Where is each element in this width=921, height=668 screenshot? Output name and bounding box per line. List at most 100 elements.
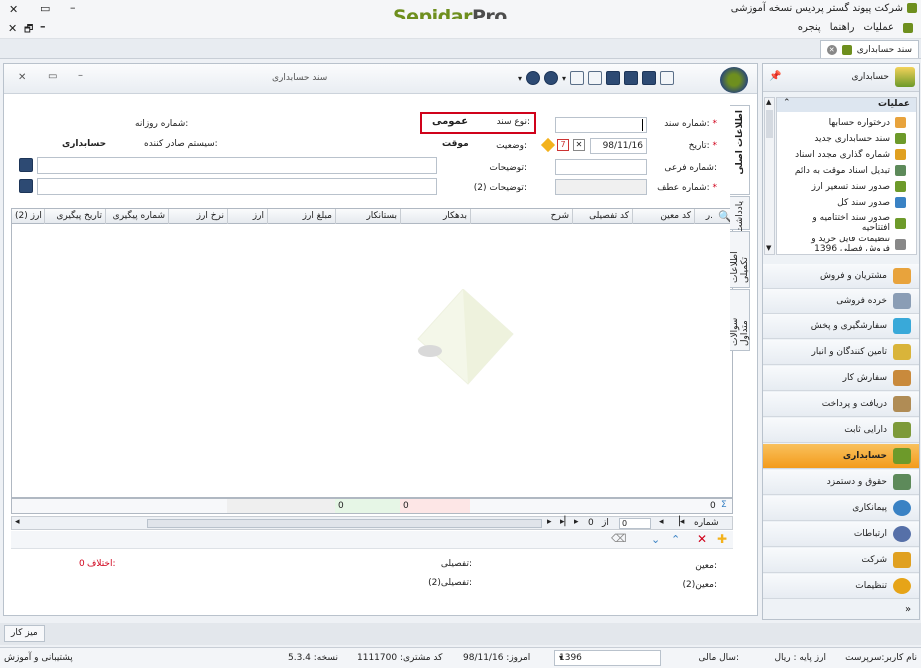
scroll-up-icon[interactable]: ▲ xyxy=(766,98,771,106)
diamond-icon[interactable] xyxy=(540,137,556,153)
print-icon[interactable] xyxy=(570,71,585,85)
module-contracting[interactable]: پیمانکاری xyxy=(763,496,919,521)
description-input[interactable] xyxy=(37,157,437,174)
module-work-order[interactable]: سفارش کار xyxy=(763,366,919,391)
module-fixed-assets[interactable]: دارایی ثابت xyxy=(763,418,919,443)
nav-last-icon[interactable]: ▸▏ xyxy=(560,517,571,527)
module-company[interactable]: شرکت xyxy=(763,548,919,573)
module-retail[interactable]: خرده فروشی xyxy=(763,289,919,314)
support-link[interactable]: پشتیبانی و آموزش xyxy=(4,653,73,663)
horizontal-scrollbar[interactable] xyxy=(147,519,542,528)
module-ordering-distribution[interactable]: سفارشگیری و پخش xyxy=(763,314,919,339)
mdi-minimize-icon[interactable]: – xyxy=(40,20,46,33)
copy-icon[interactable] xyxy=(588,71,603,85)
module-accounting[interactable]: حسابداری xyxy=(763,444,919,469)
expand-more-icon[interactable]: » xyxy=(905,604,911,615)
desktop-button[interactable]: میز کار xyxy=(4,625,45,642)
nav-first-icon[interactable]: ▕◂ xyxy=(673,517,684,527)
menu-help[interactable]: راهنما xyxy=(830,22,855,33)
col-moein-code[interactable]: کد معین xyxy=(632,209,694,224)
module-receive-pay[interactable]: دریافت و پرداخت xyxy=(763,392,919,417)
operations-scrollbar[interactable]: ▲ ▼ xyxy=(764,97,775,255)
col-credit[interactable]: بستانکار xyxy=(335,209,400,224)
chevron-down-icon[interactable]: ▾ xyxy=(559,653,563,662)
scroll-left-icon[interactable]: ◂ xyxy=(15,517,20,527)
restore-icon[interactable]: ▭ xyxy=(40,2,50,15)
col-description[interactable]: شرح xyxy=(470,209,572,224)
save-as-icon[interactable] xyxy=(606,71,621,85)
vtab-faq[interactable]: سوالات متداول xyxy=(730,289,750,351)
tab-close-icon[interactable]: ✕ xyxy=(826,44,837,55)
scroll-right-icon[interactable]: ▸ xyxy=(547,517,552,527)
col-currency[interactable]: ارز xyxy=(227,209,267,224)
tab-accounting-doc[interactable]: سند حسابداری ✕ xyxy=(819,40,919,58)
op-purchase-sale-file[interactable]: تنظیمات فایل خرید و فروش فصلی 1396 xyxy=(796,237,906,251)
col-tracking-number[interactable]: شماره پیگیری xyxy=(105,209,168,224)
col-debit[interactable]: بدهکار xyxy=(400,209,470,224)
module-customers-sales[interactable]: مشتریان و فروش xyxy=(763,264,919,289)
operations-header: عملیات ⌃ xyxy=(777,98,916,112)
vtab-notes[interactable]: یادداشت xyxy=(730,196,750,233)
scroll-thumb[interactable] xyxy=(766,110,773,138)
collapse-icon[interactable]: ⌃ xyxy=(783,98,791,108)
col-currency-rate[interactable]: نرخ ارز xyxy=(168,209,227,224)
fiscal-year-select[interactable]: 1396 ▾ xyxy=(554,650,661,666)
dropdown-arrow-icon[interactable]: ▾ xyxy=(518,74,522,83)
vtab-additional-info[interactable]: اطلاعات تکمیلی xyxy=(730,231,750,288)
print-dropdown-icon[interactable]: ▾ xyxy=(562,74,566,83)
description2-input[interactable] xyxy=(37,178,437,195)
module-settings[interactable]: تنظیمات xyxy=(763,574,919,599)
op-general-doc[interactable]: صدور سند کل xyxy=(837,197,906,208)
add-row-icon[interactable]: ✚ xyxy=(717,532,727,546)
col-row[interactable]: ر. xyxy=(694,209,716,224)
op-closing-opening[interactable]: صدور سند اختتامیه و افتتاحیه xyxy=(796,213,906,233)
mdi-close-icon[interactable]: ✕ xyxy=(8,22,17,35)
clear-date-icon[interactable]: ✕ xyxy=(573,139,585,151)
move-down-icon[interactable]: ⌄ xyxy=(651,533,660,546)
pin-icon[interactable]: 📌 xyxy=(769,71,781,82)
delete-row-icon[interactable]: ✕ xyxy=(697,532,707,546)
new-doc-icon[interactable] xyxy=(660,71,675,85)
save-description2-icon[interactable] xyxy=(19,179,33,193)
op-renumber[interactable]: شماره گذاری مجدد اسناد xyxy=(795,149,906,160)
date-input[interactable]: 98/11/16 xyxy=(590,138,647,154)
module-communications[interactable]: ارتباطات xyxy=(763,522,919,547)
move-up-icon[interactable]: ⌃ xyxy=(671,533,680,546)
mdi-restore-icon[interactable]: 🗗 xyxy=(24,22,33,39)
doc-close-icon[interactable]: ✕ xyxy=(18,72,26,83)
help-icon[interactable] xyxy=(544,71,559,85)
settings-icon xyxy=(893,578,911,594)
op-new-doc[interactable]: سند حسابداری جدید xyxy=(814,133,906,144)
communications-icon xyxy=(893,526,911,542)
op-accounts-tree[interactable]: درختواره حسابها xyxy=(829,117,906,128)
op-currency-revaluation[interactable]: صدور سند تسعیر ارز xyxy=(812,181,906,192)
nav-next-icon[interactable]: ▸ xyxy=(574,517,579,527)
clear-icon[interactable]: ⌫ xyxy=(611,532,627,545)
nav-current-input[interactable]: 0 xyxy=(619,518,651,529)
save-description-icon[interactable] xyxy=(19,158,33,172)
module-payroll[interactable]: حقوق و دستمزد xyxy=(763,470,919,495)
vtab-main-info[interactable]: اطلاعات اصلی xyxy=(730,105,750,195)
col-currency2[interactable]: ارز (2) xyxy=(12,209,44,224)
col-tracking-date[interactable]: تاریخ پیگیری xyxy=(44,209,105,224)
save-new-icon[interactable] xyxy=(624,71,639,85)
module-suppliers-inventory[interactable]: تامین کنندگان و انبار xyxy=(763,340,919,365)
calendar-icon[interactable]: 7 xyxy=(557,139,569,151)
close-icon[interactable]: ✕ xyxy=(9,3,18,16)
doc-restore-icon[interactable]: ▭ xyxy=(48,71,57,82)
doc-items-grid: 🔍 ر. کد معین کد تفصیلی شرح بدهکار بستانک… xyxy=(11,208,733,498)
compass-icon[interactable] xyxy=(526,71,541,85)
sub-number-input[interactable] xyxy=(555,159,647,175)
save-icon[interactable] xyxy=(642,71,657,85)
doc-minimize-icon[interactable]: – xyxy=(78,70,83,81)
minimize-icon[interactable]: – xyxy=(70,1,76,14)
col-tafsili-code[interactable]: کد تفصیلی xyxy=(572,209,632,224)
nav-prev-icon[interactable]: ◂ xyxy=(659,517,664,527)
op-convert-temp[interactable]: تبدیل اسناد موقت به دائم xyxy=(795,165,906,176)
col-currency-amount[interactable]: مبلغ ارز xyxy=(267,209,335,224)
menu-operations[interactable]: عملیات xyxy=(863,22,894,33)
menu-window[interactable]: پنجره xyxy=(798,22,821,33)
scroll-down-icon[interactable]: ▼ xyxy=(766,244,771,252)
ref-number-input[interactable] xyxy=(555,179,647,195)
doc-number-input[interactable] xyxy=(555,117,647,133)
